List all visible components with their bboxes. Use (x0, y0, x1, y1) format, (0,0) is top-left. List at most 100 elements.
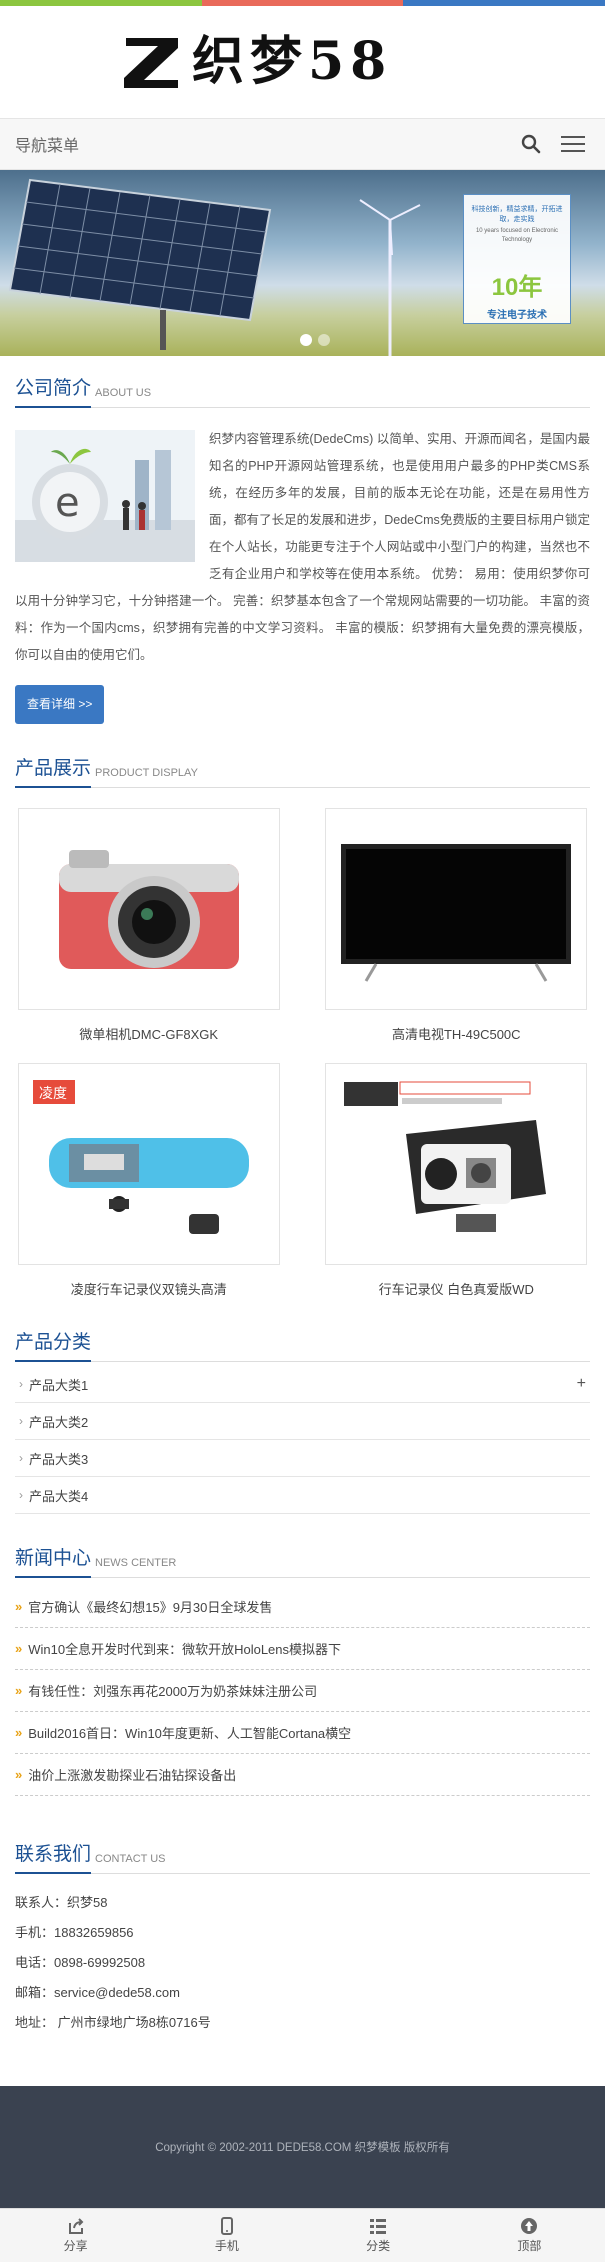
product-card[interactable]: 行车记录仪 白色真爱版WD (323, 1063, 591, 1298)
section-subtitle: ABOUT US (95, 387, 152, 399)
products-header: 产品展示 PRODUCT DISPLAY (15, 750, 590, 788)
copyright-text: Copyright © 2002-2011 DEDE58.COM 织梦模板 版权… (155, 2142, 450, 2154)
share-icon (68, 2218, 84, 2234)
section-title: 新闻中心 (15, 1547, 92, 1578)
categories-header: 产品分类 (15, 1324, 590, 1362)
chevron-right-icon: › (19, 1488, 23, 1502)
chevron-right-icon: › (19, 1377, 23, 1391)
top-bar-green (0, 0, 202, 6)
product-grid: 微单相机DMC-GF8XGK 高清电视TH-49C500C 凌度 凌度行车记录仪… (15, 808, 590, 1298)
product-image-security-camera[interactable] (325, 1063, 588, 1265)
news-item[interactable]: » 油价上涨激发勘探业石油钻探设备出 (15, 1754, 590, 1796)
list-icon (370, 2219, 387, 2234)
category-label[interactable]: 产品大类1 (29, 1375, 577, 1394)
mobile-label: 手机 (214, 2239, 239, 2253)
top-label: 顶部 (517, 2239, 542, 2253)
category-button[interactable]: 分类 (303, 2209, 454, 2262)
svg-text:凌度: 凌度 (39, 1086, 67, 1102)
slider-dots (300, 334, 330, 346)
section-title: 产品分类 (15, 1331, 92, 1362)
category-list: › 产品大类1 + › 产品大类2 › 产品大类3 › 产品大类4 (15, 1366, 590, 1514)
back-to-top-button[interactable]: 顶部 (454, 2209, 605, 2262)
category-item[interactable]: › 产品大类2 (15, 1403, 590, 1440)
about-image: e (15, 430, 195, 562)
arrow-right-icon: » (15, 1641, 23, 1656)
top-bar-blue (403, 0, 605, 6)
logo-z-icon (124, 38, 178, 88)
share-label: 分享 (63, 2239, 88, 2253)
news-section: 新闻中心 NEWS CENTER » 官方确认《最终幻想15》9月30日全球发售… (0, 1540, 605, 1796)
section-subtitle: NEWS CENTER (95, 1557, 177, 1569)
product-name[interactable]: 高清电视TH-49C500C (323, 1024, 591, 1043)
section-subtitle: CONTACT US (95, 1853, 166, 1865)
category-item[interactable]: › 产品大类3 (15, 1440, 590, 1477)
banner-slogan: 科技创新，精益求精，开拓进取，走实践 (471, 206, 563, 223)
news-item[interactable]: » 官方确认《最终幻想15》9月30日全球发售 (15, 1586, 590, 1628)
category-item[interactable]: › 产品大类4 (15, 1477, 590, 1514)
product-card[interactable]: 微单相机DMC-GF8XGK (15, 808, 283, 1043)
svg-text:e: e (55, 480, 80, 526)
banner-years: 10年 (491, 274, 543, 301)
section-title: 联系我们 (15, 1843, 92, 1874)
phone-icon (220, 2217, 233, 2235)
banner-slogan-en: 10 years focused on Electronic Technolog… (475, 228, 559, 243)
product-image-camera[interactable] (17, 808, 280, 1010)
news-title[interactable]: Build2016首日：Win10年度更新、人工智能Cortana横空 (28, 1723, 351, 1742)
view-details-button[interactable]: 查看详细 >> (15, 685, 105, 724)
footer: Copyright © 2002-2011 DEDE58.COM 织梦模板 版权… (0, 2086, 605, 2208)
site-header: 织梦58 (0, 6, 605, 118)
contact-phone[interactable]: 电话：0898-69992508 (15, 1948, 590, 1978)
news-item[interactable]: » Build2016首日：Win10年度更新、人工智能Cortana横空 (15, 1712, 590, 1754)
contact-address: 地址： 广州市绿地广场8栋0716号 (15, 2015, 211, 2030)
arrow-right-icon: » (15, 1725, 23, 1740)
about-body: e 织梦内容管理系统(DedeCms) 以简单、实用、开源而闻名，是国内最知名的… (15, 426, 590, 724)
contact-section: 联系我们 CONTACT US 联系人：织梦58 手机：18832659856 … (0, 1836, 605, 2038)
top-bar-red (201, 0, 404, 6)
news-list: » 官方确认《最终幻想15》9月30日全球发售 » Win10全息开发时代到来：… (15, 1586, 590, 1796)
top-color-bar (0, 0, 605, 6)
arrow-up-icon (521, 2218, 538, 2234)
hero-banner[interactable]: 科技创新，精益求精，开拓进取，走实践 10 years focused on E… (0, 170, 605, 356)
categories-section: 产品分类 › 产品大类1 + › 产品大类2 › 产品大类3 › 产品大类4 (0, 1324, 605, 1514)
menu-icon[interactable] (556, 127, 590, 161)
banner-subtitle: 专注电子技术 (487, 310, 547, 321)
search-icon[interactable] (514, 127, 548, 161)
product-image-dashcam-mirror[interactable]: 凌度 (17, 1063, 280, 1265)
news-item[interactable]: » 有钱任性：刘强东再花2000万为奶茶妹妹注册公司 (15, 1670, 590, 1712)
product-image-tv[interactable] (325, 808, 588, 1010)
category-label[interactable]: 产品大类3 (29, 1449, 590, 1468)
contact-mobile[interactable]: 手机：18832659856 (15, 1918, 590, 1948)
contact-email[interactable]: 邮箱：service@dede58.com (15, 1978, 590, 2008)
category-label[interactable]: 产品大类2 (29, 1412, 590, 1431)
news-title[interactable]: 有钱任性：刘强东再花2000万为奶茶妹妹注册公司 (28, 1681, 317, 1700)
bottom-toolbar: 分享 手机 分类 顶部 (0, 2208, 605, 2262)
product-card[interactable]: 高清电视TH-49C500C (323, 808, 591, 1043)
arrow-right-icon: » (15, 1767, 23, 1782)
product-name[interactable]: 行车记录仪 白色真爱版WD (323, 1279, 591, 1298)
product-name[interactable]: 凌度行车记录仪双镜头高清 (15, 1279, 283, 1298)
category-label[interactable]: 产品大类4 (29, 1486, 590, 1505)
section-subtitle: PRODUCT DISPLAY (95, 767, 198, 779)
news-header: 新闻中心 NEWS CENTER (15, 1540, 590, 1578)
slider-dot-1[interactable] (300, 334, 312, 346)
share-button[interactable]: 分享 (0, 2209, 151, 2262)
contact-info: 联系人：织梦58 手机：18832659856 电话：0898-69992508… (15, 1888, 590, 2038)
news-title[interactable]: 油价上涨激发勘探业石油钻探设备出 (28, 1765, 236, 1784)
product-card[interactable]: 凌度 凌度行车记录仪双镜头高清 (15, 1063, 283, 1298)
contact-person: 联系人：织梦58 (15, 1895, 108, 1910)
news-title[interactable]: 官方确认《最终幻想15》9月30日全球发售 (28, 1597, 272, 1616)
slider-dot-2[interactable] (318, 334, 330, 346)
news-item[interactable]: » Win10全息开发时代到来：微软开放HoloLens模拟器下 (15, 1628, 590, 1670)
products-section: 产品展示 PRODUCT DISPLAY 微单相机DMC-GF8XGK 高清电视… (0, 750, 605, 1298)
contact-header: 联系我们 CONTACT US (15, 1836, 590, 1874)
news-title[interactable]: Win10全息开发时代到来：微软开放HoloLens模拟器下 (28, 1639, 341, 1658)
product-name[interactable]: 微单相机DMC-GF8XGK (15, 1024, 283, 1043)
expand-plus-icon[interactable]: + (577, 1375, 590, 1393)
chevron-right-icon: › (19, 1451, 23, 1465)
nav-menu-label[interactable]: 导航菜单 (15, 132, 506, 156)
category-item[interactable]: › 产品大类1 + (15, 1366, 590, 1403)
arrow-right-icon: » (15, 1683, 23, 1698)
logo-text[interactable]: 织梦58 (192, 30, 392, 94)
chevron-right-icon: › (19, 1414, 23, 1428)
mobile-button[interactable]: 手机 (151, 2209, 302, 2262)
